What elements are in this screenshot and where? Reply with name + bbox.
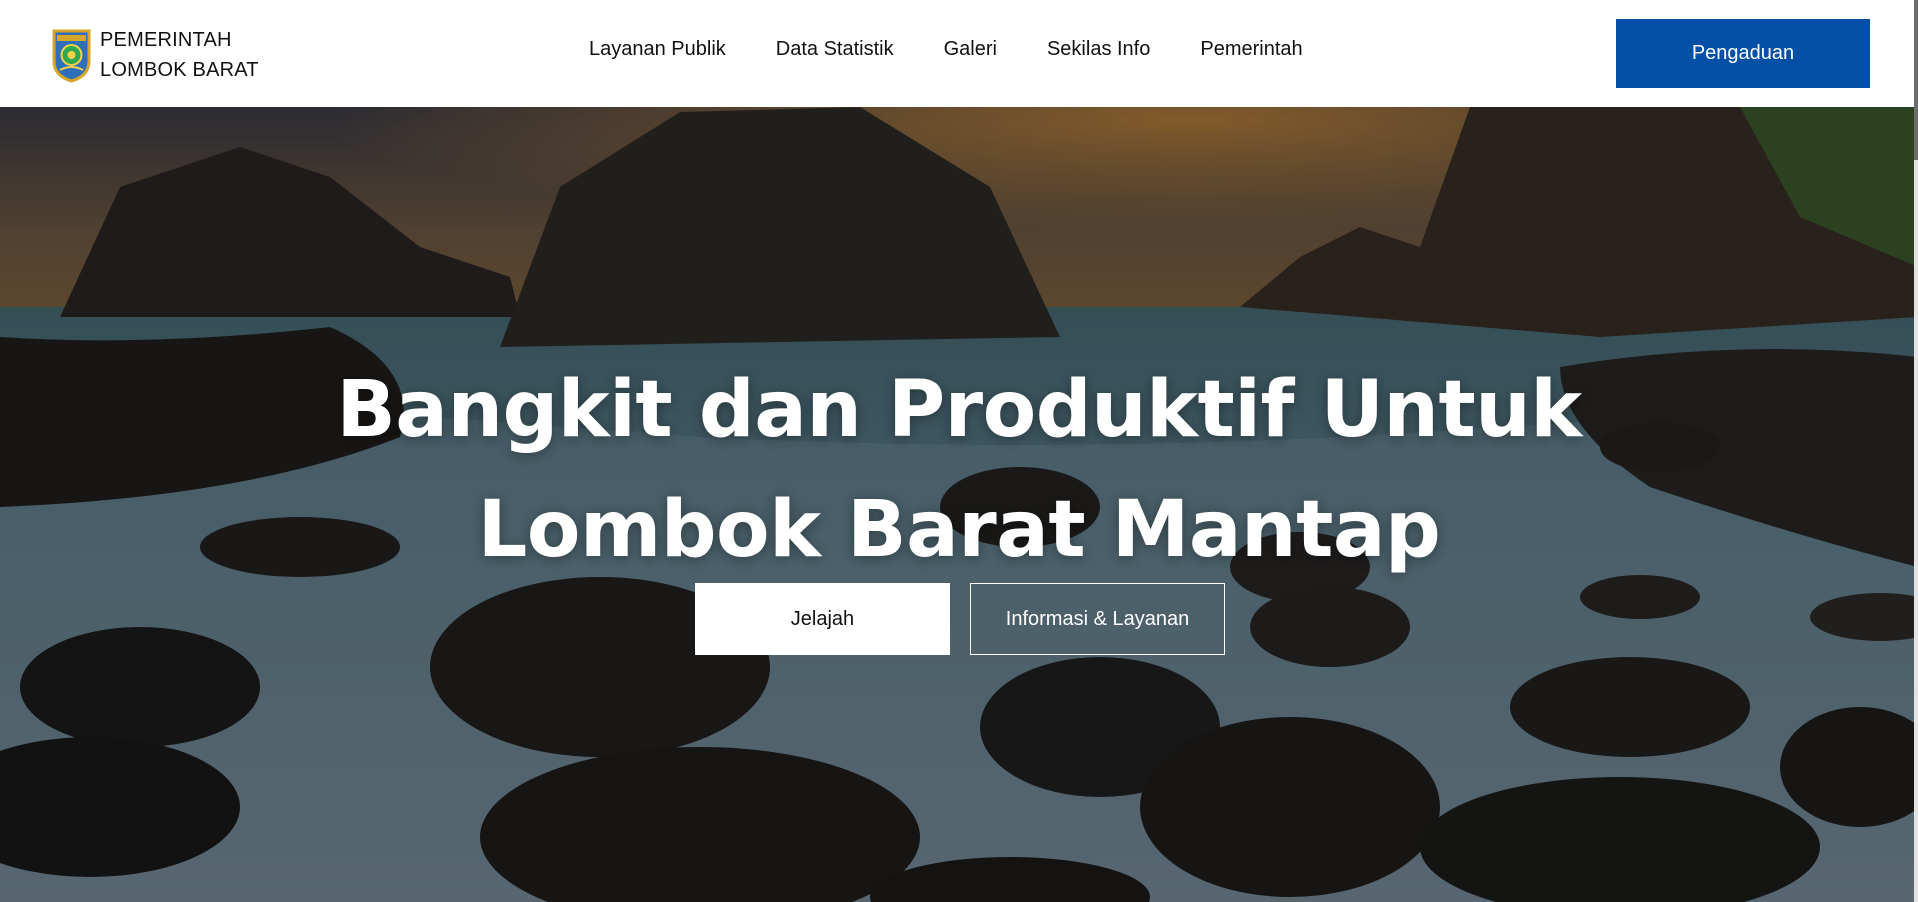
- hero-title-line-2: Lombok Barat Mantap: [477, 485, 1441, 575]
- nav-sekilas-info[interactable]: Sekilas Info: [1047, 38, 1150, 61]
- lombok-barat-emblem-icon: [52, 29, 91, 83]
- jelajah-button[interactable]: Jelajah: [695, 583, 950, 655]
- hero-title-line-1: Bangkit dan Produktif Untuk: [336, 365, 1582, 455]
- main-nav: Layanan Publik Data Statistik Galeri Sek…: [589, 38, 1303, 61]
- brand[interactable]: PEMERINTAH LOMBOK BARAT: [51, 25, 259, 85]
- pengaduan-button[interactable]: Pengaduan: [1616, 19, 1870, 88]
- brand-name: PEMERINTAH LOMBOK BARAT: [100, 25, 259, 85]
- brand-line-1: PEMERINTAH: [100, 29, 232, 51]
- nav-data-statistik[interactable]: Data Statistik: [776, 38, 894, 61]
- hero-actions: Jelajah Informasi & Layanan: [695, 583, 1225, 655]
- hero-title: Bangkit dan Produktif Untuk Lombok Barat…: [0, 350, 1918, 590]
- nav-galeri[interactable]: Galeri: [944, 38, 997, 61]
- nav-layanan-publik[interactable]: Layanan Publik: [589, 38, 726, 61]
- hero-section: Bangkit dan Produktif Untuk Lombok Barat…: [0, 107, 1918, 902]
- scrollbar-thumb[interactable]: [1914, 0, 1918, 160]
- top-navbar: PEMERINTAH LOMBOK BARAT Layanan Publik D…: [0, 0, 1918, 107]
- page-scrollbar[interactable]: [1914, 0, 1918, 902]
- informasi-layanan-button[interactable]: Informasi & Layanan: [970, 583, 1225, 655]
- nav-pemerintah[interactable]: Pemerintah: [1200, 38, 1302, 61]
- brand-line-2: LOMBOK BARAT: [100, 59, 259, 81]
